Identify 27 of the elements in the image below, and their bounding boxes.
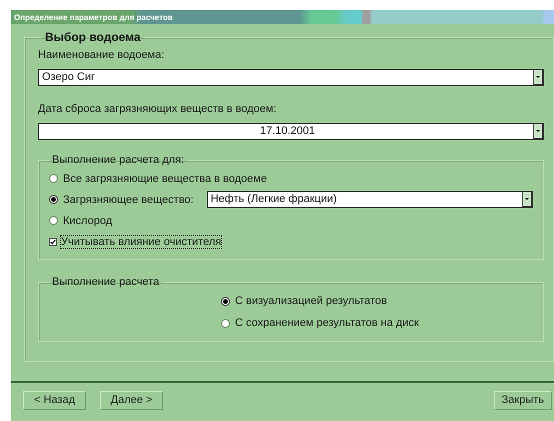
radio-label[interactable]: С сохранением результатов на диск bbox=[235, 317, 419, 329]
radio-button[interactable] bbox=[221, 318, 230, 328]
dropdown-icon[interactable] bbox=[533, 124, 544, 139]
water-body-dropdown[interactable]: Озеро Сиг bbox=[38, 69, 544, 86]
dropdown-icon[interactable] bbox=[522, 192, 533, 207]
dialog-button[interactable]: Далее > bbox=[100, 390, 163, 410]
dropdown-icon[interactable] bbox=[533, 70, 544, 85]
window-title: Определение параметров для расчетов bbox=[13, 12, 173, 22]
radio-button[interactable] bbox=[221, 296, 230, 306]
field-label: Наименование водоема: bbox=[38, 49, 166, 61]
radio-label[interactable]: Загрязняющее вещество: bbox=[63, 194, 194, 206]
group-title: Выполнение расчета для: bbox=[51, 154, 186, 166]
radio-button[interactable] bbox=[49, 195, 58, 204]
checkbox-label[interactable]: Учитывать влияние очистителя bbox=[61, 236, 222, 248]
group-title: Выполнение расчета bbox=[51, 276, 160, 288]
substance-dropdown[interactable]: Нефть (Легкие фракции) bbox=[206, 191, 533, 208]
dialog-button[interactable]: < Назад bbox=[23, 390, 86, 410]
dialog-button[interactable]: Закрыть bbox=[494, 390, 552, 410]
group-title: Выбор водоема bbox=[44, 30, 142, 44]
radio-button[interactable] bbox=[49, 174, 58, 183]
radio-button[interactable] bbox=[49, 216, 58, 225]
date-dropdown[interactable]: 17.10.2001 bbox=[38, 123, 544, 140]
radio-label[interactable]: Все загрязняющие вещества в водоеме bbox=[63, 172, 267, 184]
radio-label[interactable]: С визуализацией результатов bbox=[235, 295, 388, 307]
checkbox[interactable] bbox=[49, 238, 57, 246]
radio-label[interactable]: Кислород bbox=[63, 214, 112, 226]
field-label: Дата сброса загрязняющих веществ в водоем: bbox=[38, 103, 278, 115]
